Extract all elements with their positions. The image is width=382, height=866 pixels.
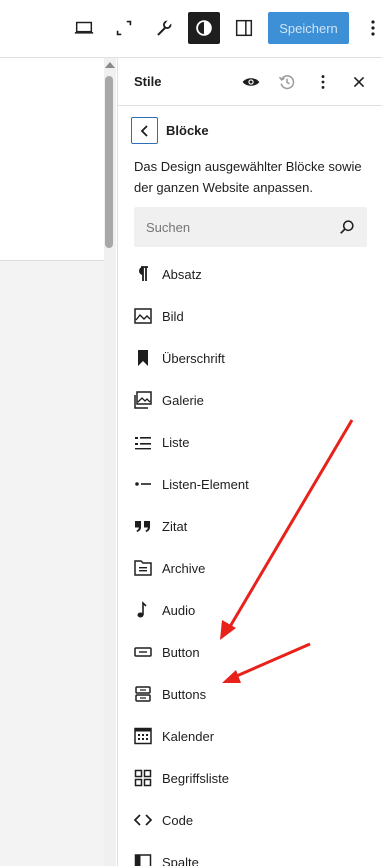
navigator-title: Blöcke (166, 123, 209, 138)
styles-sidebar: Stile Blöcke Das Design ausgewählter Blö… (117, 58, 382, 866)
gallery-icon (134, 391, 152, 409)
more-options-icon[interactable] (311, 70, 335, 94)
tools-wrench-icon[interactable] (148, 12, 180, 44)
chevron-left-icon (140, 124, 148, 137)
block-item-liste[interactable]: Liste (118, 422, 382, 462)
options-menu-icon[interactable] (366, 14, 380, 42)
block-item-bild[interactable]: Bild (118, 296, 382, 336)
column-icon (134, 854, 152, 866)
sidebar-header: Stile (118, 58, 382, 106)
save-button[interactable]: Speichern (268, 12, 349, 44)
buttons-icon (135, 686, 151, 702)
heading-icon (138, 350, 148, 366)
search-placeholder: Suchen (146, 220, 191, 235)
quote-icon (135, 521, 150, 532)
terms-list-icon (134, 769, 152, 787)
fullscreen-icon[interactable] (108, 12, 140, 44)
archive-icon (134, 560, 152, 576)
block-item-begriffsliste[interactable]: Begriffsliste (118, 758, 382, 798)
settings-sidebar-icon[interactable] (228, 12, 260, 44)
block-item-ueberschrift[interactable]: Überschrift (118, 338, 382, 378)
scrollbar-thumb[interactable] (105, 76, 113, 248)
editor-canvas-lower (0, 260, 104, 866)
close-icon[interactable] (347, 70, 371, 94)
block-item-kalender[interactable]: Kalender (118, 716, 382, 756)
screen-description: Das Design ausgewählter Blöcke sowie der… (134, 159, 362, 195)
block-item-archive[interactable]: Archive (118, 548, 382, 588)
block-item-spalte[interactable]: Spalte (118, 842, 382, 866)
search-icon[interactable] (337, 217, 357, 237)
block-item-audio[interactable]: Audio (118, 590, 382, 630)
block-item-button[interactable]: Button (118, 632, 382, 672)
block-item-listen-element[interactable]: Listen-Element (118, 464, 382, 504)
paragraph-icon (139, 266, 148, 281)
styles-contrast-icon[interactable] (188, 12, 220, 44)
eye-icon[interactable] (239, 70, 263, 94)
audio-icon (137, 601, 147, 618)
back-button[interactable] (131, 117, 158, 144)
code-icon (133, 814, 153, 826)
image-icon (134, 308, 152, 324)
block-item-code[interactable]: Code (118, 800, 382, 840)
block-item-galerie[interactable]: Galerie (118, 380, 382, 420)
revisions-history-icon[interactable] (275, 70, 299, 94)
block-item-zitat[interactable]: Zitat (118, 506, 382, 546)
sidebar-title: Stile (134, 74, 162, 89)
list-item-icon (135, 482, 151, 486)
block-item-absatz[interactable]: Absatz (118, 254, 382, 294)
list-icon (135, 437, 151, 450)
scroll-up-arrow-icon[interactable] (105, 62, 115, 68)
calendar-icon (134, 727, 152, 745)
top-toolbar: Speichern (0, 0, 382, 58)
desktop-preview-icon[interactable] (68, 12, 100, 44)
block-item-buttons[interactable]: Buttons (118, 674, 382, 714)
search-field[interactable]: Suchen (134, 207, 367, 247)
button-icon (134, 647, 152, 657)
